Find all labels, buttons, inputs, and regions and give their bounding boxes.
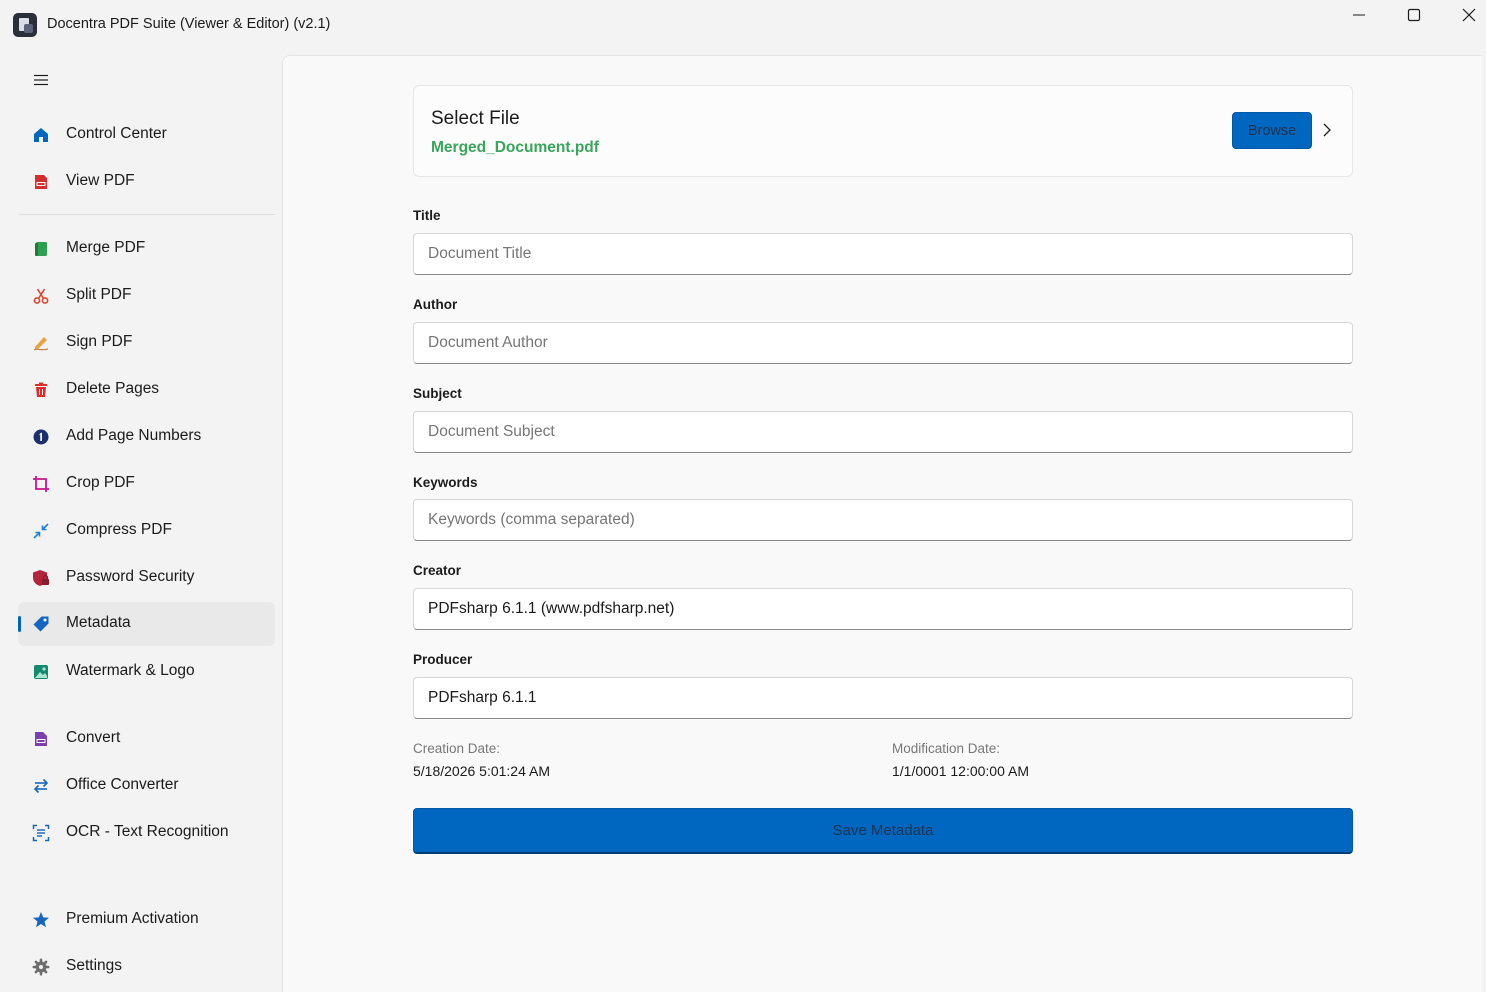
title-input[interactable]: [413, 233, 1353, 275]
pen-sign-icon: [32, 334, 50, 352]
scan-text-icon: [32, 824, 50, 842]
home-icon: [32, 126, 50, 144]
sidebar-item-merge-pdf[interactable]: Merge PDF: [18, 227, 275, 271]
subject-label: Subject: [413, 386, 462, 401]
keywords-label: Keywords: [413, 475, 478, 490]
sidebar-item-convert[interactable]: Convert: [18, 717, 275, 761]
creator-input[interactable]: [413, 588, 1353, 630]
sidebar-item-label: Control Center: [66, 125, 167, 142]
sidebar-item-label: Delete Pages: [66, 380, 160, 397]
sidebar-item-label: Add Page Numbers: [66, 427, 202, 444]
sidebar-item-label: Password Security: [66, 568, 195, 585]
author-input[interactable]: [413, 322, 1353, 364]
title-label: Title: [413, 208, 441, 223]
sidebar-item-label: Premium Activation: [66, 910, 199, 927]
modification-date-value: 1/1/0001 12:00:00 AM: [892, 763, 1029, 779]
tag-icon: [32, 615, 50, 633]
sidebar-item-label: Split PDF: [66, 286, 132, 303]
sidebar-item-label: Settings: [66, 957, 123, 974]
producer-label: Producer: [413, 652, 473, 667]
close-button[interactable]: [1446, 0, 1486, 30]
swap-arrows-icon: [32, 777, 50, 795]
sidebar-item-control-center[interactable]: Control Center: [18, 113, 275, 157]
trash-icon: [32, 381, 50, 399]
browse-button[interactable]: Browse: [1232, 112, 1312, 149]
select-file-card[interactable]: Select File Merged_Document.pdf Browse: [413, 85, 1353, 177]
creation-date-value: 5/18/2026 5:01:24 AM: [413, 763, 550, 779]
sidebar-item-add-page-numbers[interactable]: Add Page Numbers: [18, 415, 275, 459]
compress-arrows-icon: [32, 522, 50, 540]
convert-file-icon: [32, 730, 50, 748]
crop-icon: [32, 475, 50, 493]
maximize-button[interactable]: [1391, 0, 1437, 30]
shield-lock-icon: [32, 569, 50, 587]
save-metadata-button[interactable]: Save Metadata: [413, 808, 1353, 854]
close-icon: [1462, 8, 1476, 22]
creation-date-label: Creation Date:: [413, 741, 501, 756]
pdf-file-icon: [32, 173, 50, 191]
sidebar-item-crop-pdf[interactable]: Crop PDF: [18, 462, 275, 506]
sidebar-item-view-pdf[interactable]: View PDF: [18, 160, 275, 204]
author-label: Author: [413, 297, 458, 312]
minimize-icon: [1353, 14, 1365, 16]
sidebar-item-settings[interactable]: Settings: [18, 945, 275, 989]
merge-book-icon: [32, 240, 50, 258]
app-logo-icon: [13, 13, 37, 37]
sidebar-item-label: Metadata: [66, 614, 131, 631]
sidebar-item-delete-pages[interactable]: Delete Pages: [18, 368, 275, 412]
sidebar-item-watermark-logo[interactable]: Watermark & Logo: [18, 650, 275, 694]
sidebar-item-sign-pdf[interactable]: Sign PDF: [18, 321, 275, 365]
sidebar-item-label: Watermark & Logo: [66, 662, 195, 679]
sidebar-item-split-pdf[interactable]: Split PDF: [18, 274, 275, 318]
selected-filename: Merged_Document.pdf: [431, 139, 599, 156]
modification-date-label: Modification Date:: [892, 741, 1001, 756]
sidebar: Control Center View PDF Merge PDF Split …: [0, 52, 282, 992]
window-title: Docentra PDF Suite (Viewer & Editor) (v2…: [47, 16, 331, 32]
sidebar-item-premium-activation[interactable]: Premium Activation: [18, 898, 275, 942]
sidebar-item-label: Sign PDF: [66, 333, 133, 350]
sidebar-item-office-converter[interactable]: Office Converter: [18, 764, 275, 808]
sidebar-item-ocr[interactable]: OCR - Text Recognition: [18, 811, 275, 855]
sidebar-item-password-security[interactable]: Password Security: [18, 556, 275, 600]
producer-input[interactable]: [413, 677, 1353, 719]
sidebar-item-label: OCR - Text Recognition: [66, 823, 229, 840]
sidebar-item-label: Merge PDF: [66, 239, 146, 256]
sidebar-item-label: Compress PDF: [66, 521, 172, 538]
sidebar-item-label: Crop PDF: [66, 474, 135, 491]
hamburger-menu-button[interactable]: [28, 70, 54, 90]
minimize-button[interactable]: [1336, 0, 1382, 30]
number-one-icon: [32, 428, 50, 446]
main-content: Select File Merged_Document.pdf Browse T…: [282, 55, 1482, 992]
sidebar-divider: [18, 214, 275, 215]
sidebar-item-compress-pdf[interactable]: Compress PDF: [18, 509, 275, 553]
star-icon: [32, 911, 50, 929]
subject-input[interactable]: [413, 411, 1353, 453]
creator-label: Creator: [413, 563, 462, 578]
hamburger-icon: [34, 74, 48, 86]
sidebar-item-label: Convert: [66, 729, 121, 746]
select-file-heading: Select File: [431, 108, 520, 129]
gear-icon: [32, 958, 50, 976]
sidebar-item-metadata[interactable]: Metadata: [18, 602, 275, 646]
maximize-icon: [1407, 8, 1421, 22]
image-icon: [32, 663, 50, 681]
scissors-icon: [32, 287, 50, 305]
sidebar-item-label: Office Converter: [66, 776, 179, 793]
keywords-input[interactable]: [413, 499, 1353, 541]
title-bar: Docentra PDF Suite (Viewer & Editor) (v2…: [0, 0, 1486, 52]
chevron-right-icon[interactable]: [1320, 122, 1334, 138]
sidebar-item-label: View PDF: [66, 172, 135, 189]
